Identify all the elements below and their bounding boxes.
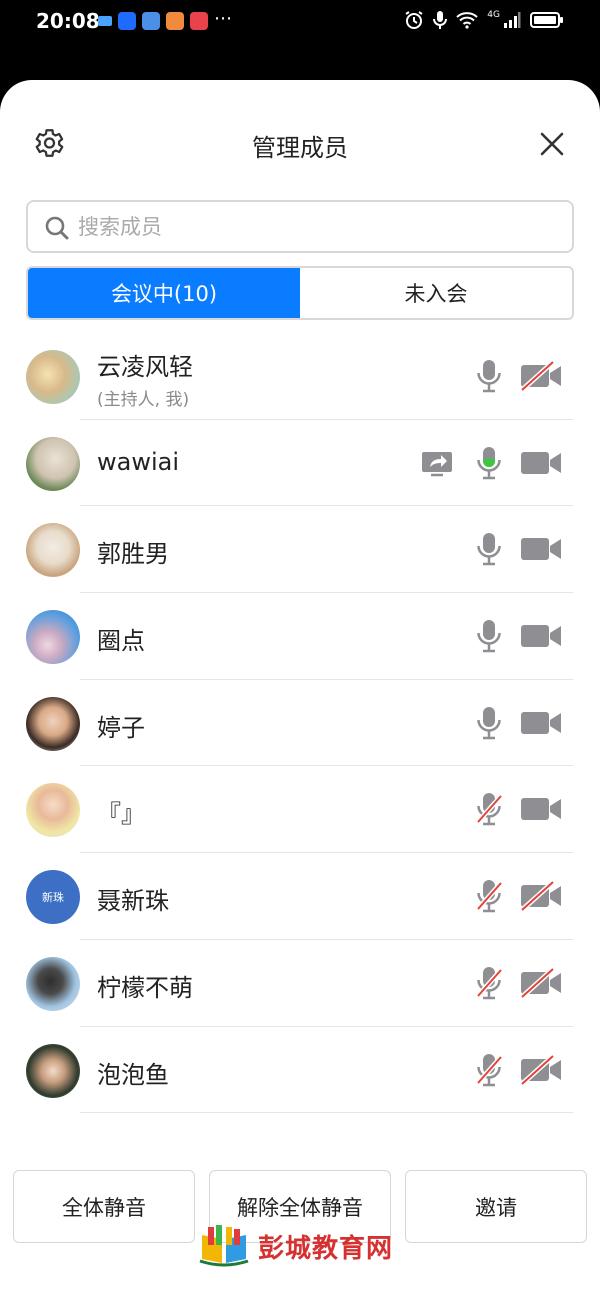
status-icons: 4G	[404, 10, 564, 30]
camera-icon[interactable]	[520, 794, 562, 824]
avatar	[26, 696, 80, 751]
search-bar[interactable]	[26, 200, 574, 253]
mute-all-button[interactable]: 全体静音	[13, 1170, 195, 1243]
search-input[interactable]	[78, 210, 558, 244]
search-icon	[45, 216, 69, 240]
camera-off-icon[interactable]	[520, 881, 562, 912]
member-row[interactable]: 『』	[0, 766, 600, 854]
member-row[interactable]: 郭胜男	[0, 506, 600, 594]
watermark: 彭城教育网	[198, 1225, 393, 1267]
avatar	[26, 436, 80, 491]
avatar	[26, 1043, 80, 1098]
camera-off-icon[interactable]	[520, 967, 562, 998]
mic-speaking-icon[interactable]	[476, 445, 502, 481]
avatar: 新珠	[26, 870, 80, 925]
battery-icon	[530, 12, 563, 28]
tab-in-meeting[interactable]: 会议中(10)	[28, 268, 300, 318]
member-row[interactable]: 婷子	[0, 680, 600, 767]
more-notifications-icon: ⋯	[214, 8, 232, 29]
member-tabs: 会议中(10) 未入会	[26, 266, 574, 320]
book-logo-icon	[199, 1225, 249, 1267]
wifi-icon	[456, 12, 478, 29]
member-row[interactable]: 柠檬不萌	[0, 940, 600, 1027]
watermark-text: 彭城教育网	[258, 1233, 394, 1264]
member-row[interactable]: wawiai	[0, 420, 600, 507]
network-type: 4G	[487, 10, 500, 20]
camera-off-icon[interactable]	[520, 1054, 562, 1085]
status-time: 20:08	[36, 9, 100, 33]
manage-members-sheet: 管理成员 会议中(10) 未入会 云凌风轻 (主持人, 我) wawiai	[0, 80, 600, 1300]
notification-icons	[98, 12, 208, 30]
app-notification-icon	[166, 12, 184, 30]
app-notification-icon	[98, 16, 112, 26]
member-name: 云凌风轻	[97, 353, 193, 381]
page-title: 管理成员	[252, 134, 348, 162]
mic-icon[interactable]	[476, 531, 502, 567]
mic-muted-icon[interactable]	[476, 1052, 502, 1088]
member-name: 郭胜男	[97, 540, 169, 569]
close-icon[interactable]	[538, 130, 566, 158]
member-name: 泡泡鱼	[97, 1060, 169, 1089]
app-notification-icon	[190, 12, 208, 30]
signal-icon	[504, 12, 521, 28]
tab-not-joined[interactable]: 未入会	[300, 268, 572, 318]
camera-off-icon[interactable]	[520, 361, 562, 391]
mic-muted-icon[interactable]	[476, 878, 502, 914]
camera-icon[interactable]	[520, 448, 562, 478]
member-role: (主持人, 我)	[97, 390, 190, 410]
invite-button[interactable]: 邀请	[405, 1170, 587, 1243]
member-row[interactable]: 圈点	[0, 593, 600, 680]
member-name: wawiai	[97, 447, 180, 476]
avatar	[26, 956, 80, 1011]
screen-share-icon	[422, 451, 452, 476]
mic-muted-icon[interactable]	[476, 791, 502, 827]
camera-icon[interactable]	[520, 621, 562, 651]
alarm-icon	[405, 11, 423, 29]
member-list[interactable]: 云凌风轻 (主持人, 我) wawiai 郭胜男 圈点 婷子 『』 新珠 聂新珠…	[0, 333, 600, 1143]
mic-icon[interactable]	[476, 705, 502, 741]
mic-muted-icon[interactable]	[476, 965, 502, 1001]
member-row[interactable]: 泡泡鱼	[0, 1027, 600, 1114]
app-notification-icon	[142, 12, 160, 30]
avatar	[26, 610, 80, 665]
avatar	[26, 783, 80, 838]
member-name: 聂新珠	[97, 887, 169, 916]
status-bar: 20:08 ⋯ 4G	[0, 0, 600, 44]
member-row[interactable]: 云凌风轻 (主持人, 我)	[0, 333, 600, 420]
member-name: 圈点	[97, 627, 145, 656]
member-name: 婷子	[97, 713, 145, 742]
camera-icon[interactable]	[520, 534, 562, 564]
avatar-initials: 新珠	[42, 891, 64, 905]
mic-icon[interactable]	[476, 358, 502, 394]
avatar	[26, 523, 80, 578]
mic-status-icon	[433, 11, 448, 29]
app-notification-icon	[118, 12, 136, 30]
avatar	[26, 350, 80, 404]
mic-icon[interactable]	[476, 618, 502, 654]
member-name: 『』	[97, 800, 145, 829]
member-name: 柠檬不萌	[97, 973, 193, 1002]
member-row[interactable]: 新珠 聂新珠	[0, 853, 600, 940]
camera-icon[interactable]	[520, 708, 562, 738]
